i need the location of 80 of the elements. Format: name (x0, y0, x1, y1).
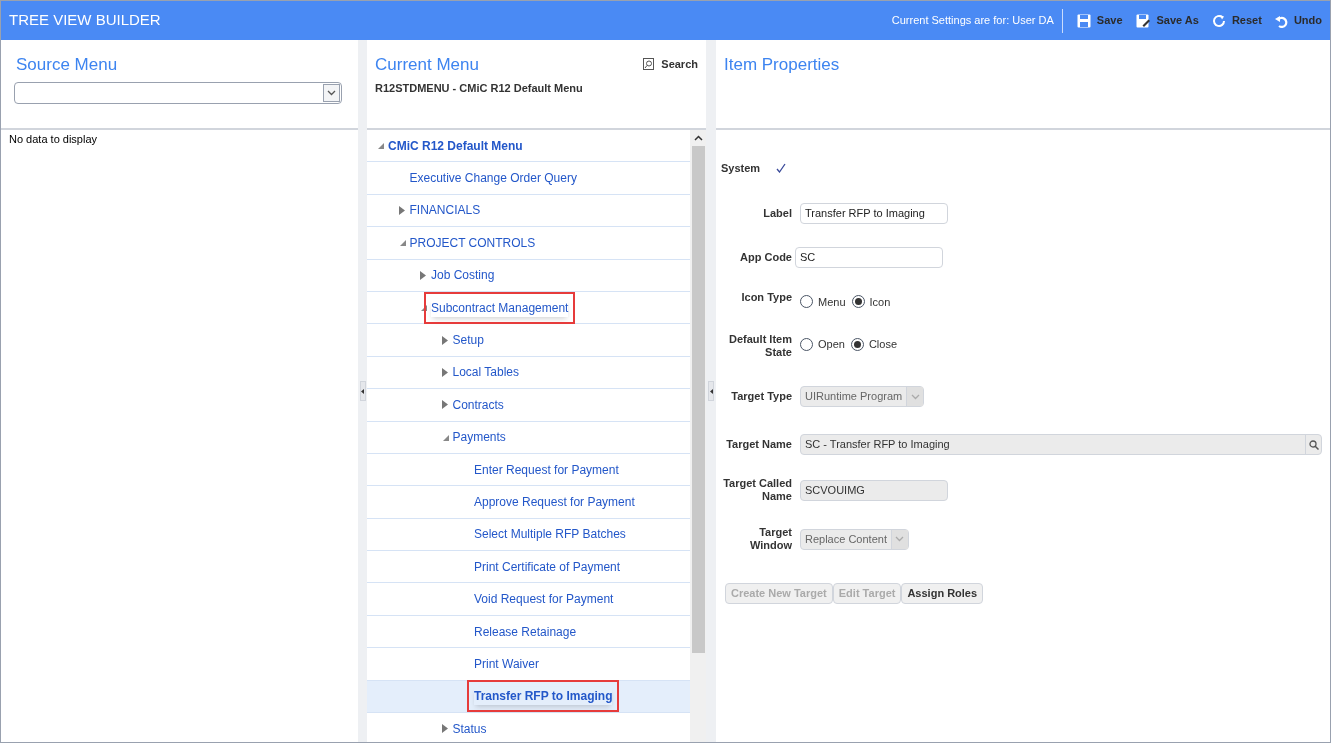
tree-item[interactable]: Subcontract Management (367, 291, 690, 325)
source-menu-dropdown[interactable] (14, 81, 342, 104)
radio-label[interactable]: Close (868, 336, 898, 353)
tree-item[interactable]: CMiC R12 Default Menu (367, 130, 690, 163)
save-as-button[interactable]: Save As (1135, 12, 1199, 29)
scroll-up-icon (693, 135, 703, 141)
splitter-handle[interactable] (359, 381, 366, 401)
field-label: Icon Type (740, 290, 792, 304)
search-icon (643, 57, 656, 71)
expanded-triangle-icon[interactable] (398, 239, 406, 247)
tree-item[interactable]: Approve Request for Payment (367, 486, 690, 519)
tree-item[interactable]: Executive Change Order Query (367, 162, 690, 195)
panel-title: Current Menu (375, 54, 479, 76)
field-label: Default Item State (728, 333, 792, 359)
form-button: Create New Target (725, 583, 833, 604)
settings-text: Current Settings are for: User DA (891, 13, 1055, 29)
tree-item[interactable]: Job Costing (367, 259, 690, 292)
tree-item[interactable]: PROJECT CONTROLS (367, 227, 690, 260)
save-button[interactable]: Save (1076, 12, 1123, 29)
chevron-down-icon (910, 393, 920, 400)
collapsed-triangle-icon[interactable] (441, 400, 448, 410)
tree-item[interactable]: Select Multiple RFP Batches (367, 518, 690, 552)
expanded-triangle-icon[interactable] (377, 142, 384, 150)
field-label: Target Name (725, 438, 792, 451)
text-field[interactable]: Transfer RFP to Imaging (800, 202, 948, 224)
tree-item[interactable]: Local Tables (367, 356, 690, 390)
field-label: Target Window (748, 526, 792, 552)
tree-item[interactable]: Release Retainage (367, 615, 690, 649)
menu-subtitle: R12STDMENU - CMiC R12 Default Menu (375, 80, 584, 96)
tree-item[interactable]: Payments (367, 421, 690, 454)
expanded-triangle-icon[interactable] (441, 433, 449, 441)
tree-item[interactable]: Void Request for Payment (367, 583, 690, 616)
radio-button[interactable] (800, 295, 813, 309)
collapsed-triangle-icon[interactable] (398, 205, 405, 215)
lookup-field: SC - Transfer RFP to Imaging (800, 434, 1322, 455)
empty-message: No data to display (8, 132, 99, 147)
search-button[interactable]: Search (643, 56, 698, 73)
app-title: TREE VIEW BUILDER (9, 10, 161, 31)
dropdown: UIRuntime Program (800, 386, 925, 407)
radio-button[interactable] (800, 337, 813, 351)
tree-item[interactable]: Contracts (367, 389, 690, 422)
radio-label[interactable]: Menu (818, 293, 846, 310)
collapse-left-icon (361, 388, 364, 394)
undo-icon (1274, 13, 1288, 28)
splitter-handle[interactable] (708, 381, 714, 401)
collapse-left-icon (709, 388, 713, 394)
radio-label[interactable]: Open (818, 336, 845, 353)
tree-item[interactable]: Print Certificate of Payment (367, 551, 690, 584)
dropdown-button[interactable] (323, 83, 340, 102)
dropdown: Replace Content (800, 528, 909, 550)
collapsed-triangle-icon[interactable] (420, 270, 426, 280)
collapsed-triangle-icon[interactable] (441, 724, 448, 734)
chevron-down-icon (327, 89, 336, 96)
tree-item[interactable]: Enter Request for Payment (367, 453, 690, 487)
tree-item[interactable]: Transfer RFP to Imaging (367, 680, 690, 714)
floppy-disk-pencil-icon (1135, 13, 1151, 28)
form-button[interactable]: Assign Roles (901, 583, 984, 604)
tree-item[interactable]: Setup (367, 324, 690, 357)
field-label: Target Type (730, 390, 792, 403)
scrollbar[interactable] (690, 130, 706, 742)
chevron-down-icon (895, 536, 905, 542)
radio-label[interactable]: Icon (869, 293, 891, 310)
undo-button[interactable]: Undo (1274, 12, 1322, 29)
reset-button[interactable]: Reset (1211, 12, 1262, 29)
panel-title: Source Menu (16, 54, 119, 76)
collapsed-triangle-icon[interactable] (441, 367, 448, 377)
radio-button[interactable] (850, 337, 864, 351)
expanded-triangle-icon[interactable] (420, 304, 427, 312)
text-field[interactable]: SC (795, 246, 943, 268)
refresh-icon (1211, 13, 1226, 28)
radio-button[interactable] (851, 295, 865, 309)
field-label: System (720, 161, 762, 176)
field-label: Target Called Name (722, 477, 792, 503)
collapsed-triangle-icon[interactable] (441, 335, 448, 345)
panel-title: Item Properties (724, 54, 841, 76)
field-label: App Code (739, 250, 792, 264)
form-button: Edit Target (832, 583, 902, 604)
scrollbar-thumb[interactable] (691, 146, 705, 653)
field-label: Label (762, 206, 792, 220)
tree-item[interactable]: FINANCIALS (367, 194, 690, 228)
